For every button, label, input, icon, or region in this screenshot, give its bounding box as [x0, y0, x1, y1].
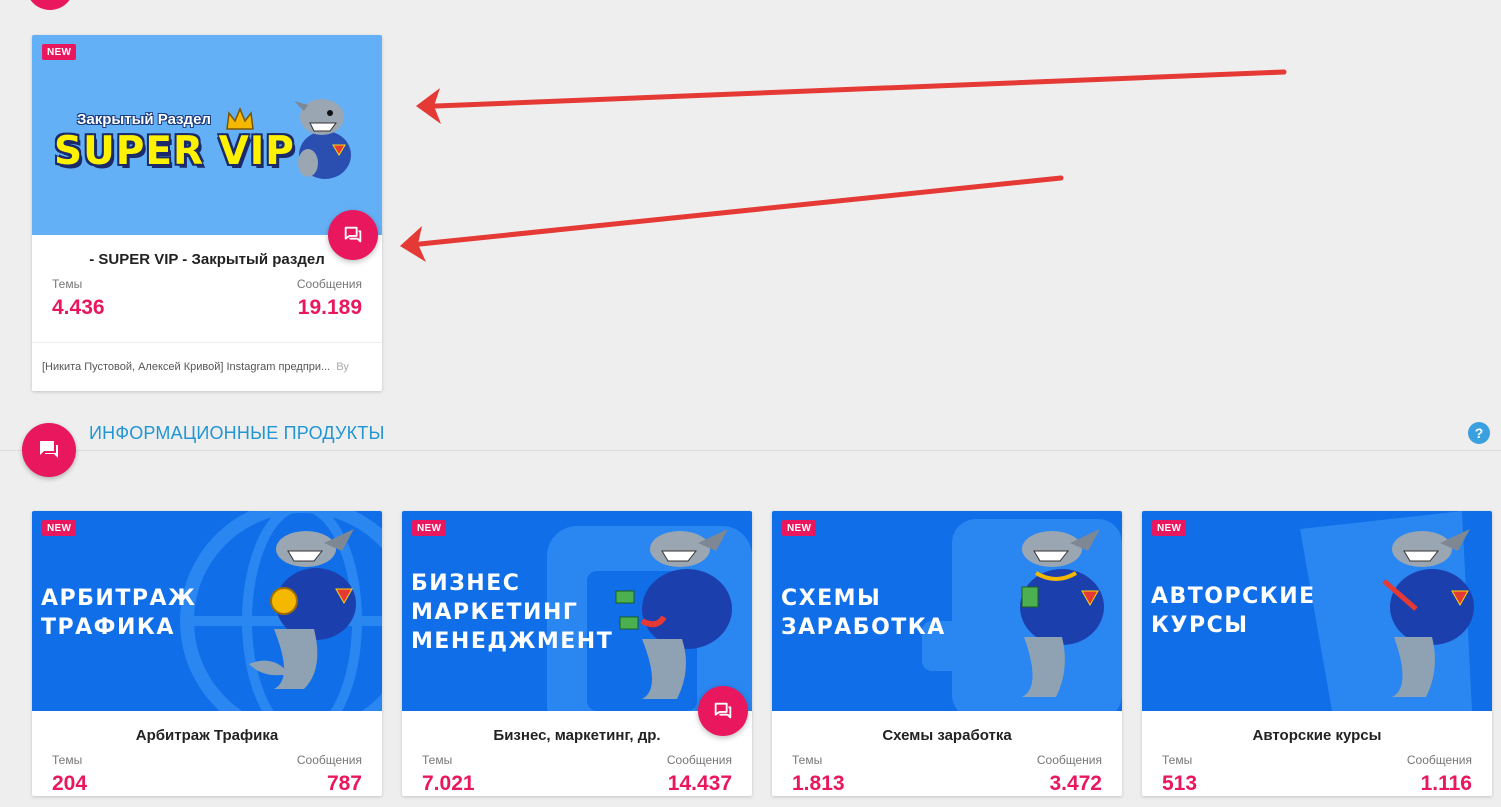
topics-stat: Темы 513 — [1162, 753, 1197, 796]
forum-banner[interactable]: NEW АРБИТРАЖ ТРАФИКА — [32, 511, 382, 711]
messages-count: 3.472 — [1049, 772, 1102, 795]
banner-line: СХЕМЫ — [781, 586, 882, 611]
forum-stats: Темы 513 Сообщения 1.116 — [1142, 753, 1492, 796]
section-icon-top — [26, 0, 74, 10]
forum-chat-icon — [40, 441, 58, 458]
forum-title[interactable]: Схемы заработка — [772, 727, 1122, 745]
shark-mascot-icon — [1382, 529, 1474, 697]
forum-title[interactable]: - SUPER VIP - Закрытый раздел — [32, 251, 382, 269]
chat-button[interactable] — [698, 686, 748, 736]
messages-label: Сообщения — [1036, 753, 1102, 767]
forum-stats: Темы 7.021 Сообщения 14.437 — [402, 753, 752, 796]
topics-stat: Темы 4.436 — [52, 277, 105, 320]
shark-mascot-icon — [1020, 529, 1104, 697]
messages-stat: Сообщения 787 — [297, 753, 362, 796]
banner-line: ТРАФИКА — [41, 615, 175, 640]
forum-card-super-vip[interactable]: NEW Закрытый Раздел SUPER VIP - SUPER VI… — [32, 35, 382, 391]
banner-top-text: Закрытый Раздел — [77, 111, 211, 128]
topics-label: Темы — [52, 277, 83, 291]
messages-label: Сообщения — [666, 753, 732, 767]
banner-line: АРБИТРАЖ — [41, 586, 197, 611]
messages-count: 1.116 — [1420, 772, 1472, 795]
annotation-arrow-upper — [416, 69, 1287, 124]
topics-stat: Темы 204 — [52, 753, 87, 796]
banner-line: МЕНЕДЖМЕНТ — [411, 629, 614, 654]
messages-stat: Сообщения 1.116 — [1407, 753, 1472, 796]
last-post-author[interactable]: Ву — [336, 361, 349, 373]
topics-stat: Темы 1.813 — [792, 753, 845, 796]
banner-text: СХЕМЫ ЗАРАБОТКА — [781, 584, 946, 642]
shark-mascot-icon — [615, 529, 732, 699]
forum-title[interactable]: Авторские курсы — [1142, 727, 1492, 745]
banner-line: МАРКЕТИНГ — [411, 600, 579, 625]
forum-stats: Темы 1.813 Сообщения 3.472 — [772, 753, 1122, 796]
banner-line: АВТОРСКИЕ — [1151, 584, 1316, 609]
new-badge: NEW — [1152, 520, 1187, 536]
chat-icon — [714, 702, 732, 719]
messages-stat: Сообщения 3.472 — [1037, 753, 1102, 796]
forum-banner[interactable]: NEW АВТОРСКИЕ КУРСЫ — [1142, 511, 1492, 711]
new-badge: NEW — [42, 520, 77, 536]
forum-stats: Темы 204 Сообщения 787 — [32, 753, 382, 796]
forum-card-biznes[interactable]: NEW БИЗНЕС МАРКЕТИНГ МЕНЕДЖМЕНТ Бизнес, … — [402, 511, 752, 796]
topics-label: Темы — [1162, 753, 1193, 767]
messages-stat: Сообщения 19.189 — [297, 277, 362, 320]
messages-stat: Сообщения 14.437 — [667, 753, 732, 796]
forum-title[interactable]: Арбитраж Трафика — [32, 727, 382, 745]
banner-text: АРБИТРАЖ ТРАФИКА — [41, 584, 196, 642]
banner-line: ЗАРАБОТКА — [781, 615, 946, 640]
forum-card-shemy[interactable]: NEW СХЕМЫ ЗАРАБОТКА Схемы заработка Темы… — [772, 511, 1122, 796]
last-post-title[interactable]: [Никита Пустовой, Алексей Кривой] Instag… — [42, 361, 330, 373]
messages-count: 787 — [326, 772, 362, 795]
banner-text: АВТОРСКИЕ КУРСЫ — [1151, 582, 1316, 640]
forum-banner[interactable]: NEW БИЗНЕС МАРКЕТИНГ МЕНЕДЖМЕНТ — [402, 511, 752, 711]
help-icon[interactable]: ? — [1468, 422, 1490, 444]
topics-count: 1.813 — [792, 772, 845, 795]
forum-stats: Темы 4.436 Сообщения 19.189 — [32, 277, 382, 320]
forum-banner[interactable]: NEW Закрытый Раздел SUPER VIP — [32, 35, 382, 235]
messages-label: Сообщения — [1406, 753, 1472, 767]
forum-title[interactable]: Бизнес, маркетинг, др. — [402, 727, 752, 745]
topics-count: 4.436 — [52, 296, 105, 319]
new-badge: NEW — [782, 520, 817, 536]
new-badge: NEW — [42, 44, 77, 60]
banner-main-text: SUPER VIP — [54, 129, 295, 174]
topics-label: Темы — [792, 753, 823, 767]
topics-stat: Темы 7.021 — [422, 753, 475, 796]
crown-icon — [225, 107, 255, 136]
messages-label: Сообщения — [296, 753, 362, 767]
topics-count: 7.021 — [422, 772, 475, 795]
last-post[interactable]: [Никита Пустовой, Алексей Кривой] Instag… — [32, 342, 382, 391]
section-icon — [22, 423, 76, 477]
messages-count: 19.189 — [297, 296, 362, 319]
section-title[interactable]: ИНФОРМАЦИОННЫЕ ПРОДУКТЫ — [89, 423, 385, 444]
shark-mascot-icon — [290, 93, 360, 184]
topics-count: 513 — [1162, 772, 1198, 795]
new-badge: NEW — [412, 520, 447, 536]
messages-count: 14.437 — [667, 772, 732, 795]
forum-banner[interactable]: NEW СХЕМЫ ЗАРАБОТКА — [772, 511, 1122, 711]
topics-count: 204 — [52, 772, 88, 795]
banner-line: КУРСЫ — [1151, 613, 1249, 638]
forum-card-avtorskie[interactable]: NEW АВТОРСКИЕ КУРСЫ Авторские курсы Темы… — [1142, 511, 1492, 796]
banner-text: БИЗНЕС МАРКЕТИНГ МЕНЕДЖМЕНТ — [411, 569, 613, 656]
topics-label: Темы — [422, 753, 453, 767]
forum-card-arbitrazh[interactable]: NEW АРБИТРАЖ ТРАФИКА Арбитраж Трафика Те… — [32, 511, 382, 796]
messages-label: Сообщения — [296, 277, 362, 291]
topics-label: Темы — [52, 753, 83, 767]
chat-icon — [344, 226, 362, 243]
shark-mascot-icon — [249, 529, 356, 689]
banner-line: БИЗНЕС — [411, 571, 521, 596]
annotation-arrow-lower — [400, 175, 1064, 262]
chat-button[interactable] — [328, 210, 378, 260]
